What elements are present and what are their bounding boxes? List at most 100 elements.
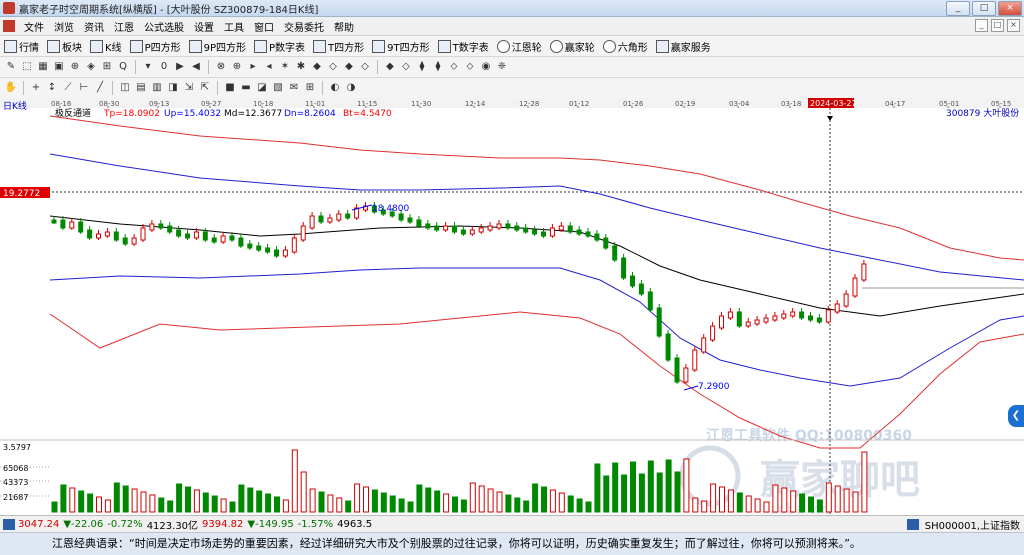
date-tick: 11-15 xyxy=(357,100,377,108)
maximize-button[interactable]: □ xyxy=(972,1,996,16)
volume-bar xyxy=(291,449,298,513)
toolbar-quotes-button[interactable]: 行情 xyxy=(0,39,43,54)
menu-settings[interactable]: 设置 xyxy=(189,19,219,34)
drawing-tool-23-button[interactable]: ◇ xyxy=(399,60,413,74)
tools-tool-5-button[interactable]: ╱ xyxy=(93,81,107,95)
tools-tool-4-button[interactable]: ⊢ xyxy=(77,81,91,95)
toolbar-gann-wheel-button[interactable]: 江恩轮 xyxy=(493,39,546,54)
drawing-tool-20-button[interactable]: ◆ xyxy=(342,60,356,74)
drawing-tool-19-button[interactable]: ◇ xyxy=(326,60,340,74)
tools-tool-16-button[interactable]: ✉ xyxy=(287,81,301,95)
tools-tool-6-button[interactable]: ◫ xyxy=(118,81,132,95)
menu-browse[interactable]: 浏览 xyxy=(49,19,79,34)
tools-tool-7-button[interactable]: ▤ xyxy=(134,81,148,95)
drawing-tool-25-button[interactable]: ⧫ xyxy=(431,60,445,74)
toolbar-winner-wheel-button[interactable]: 赢家轮 xyxy=(546,39,599,54)
candle xyxy=(816,317,822,323)
menu-trade[interactable]: 交易委托 xyxy=(279,19,329,34)
volume-bar xyxy=(852,491,859,513)
minimize-button[interactable]: _ xyxy=(946,1,970,16)
drawing-tool-2-button[interactable]: ▦ xyxy=(36,60,50,74)
tools-tool-18-button[interactable]: ◐ xyxy=(328,81,342,95)
drawing-tool-16-button[interactable]: ✶ xyxy=(278,60,292,74)
tools-tool-0-button[interactable]: ✋ xyxy=(4,81,18,95)
stock-label: 300879 大叶股份 xyxy=(946,107,1019,119)
drawing-tool-18-button[interactable]: ◆ xyxy=(310,60,324,74)
tools-tool-1-button[interactable]: + xyxy=(29,81,43,95)
tools-tool-19-button[interactable]: ◑ xyxy=(344,81,358,95)
candle xyxy=(452,225,457,233)
toolbar-9p-square-button[interactable]: 9P四方形 xyxy=(185,39,250,54)
mdi-restore-button[interactable]: □ xyxy=(991,19,1004,32)
index-selector[interactable]: SH000001,上证指数 xyxy=(904,517,1020,532)
tools-tool-9-button[interactable]: ◨ xyxy=(166,81,180,95)
close-button[interactable]: × xyxy=(998,1,1022,16)
drawing-tool-29-button[interactable]: ❈ xyxy=(495,60,509,74)
drawing-tool-10-button[interactable]: ▶ xyxy=(173,60,187,74)
app-icon xyxy=(3,2,15,14)
candle xyxy=(861,263,867,281)
drawing-tool-3-button[interactable]: ▣ xyxy=(52,60,66,74)
menu-window[interactable]: 窗口 xyxy=(249,19,279,34)
toolbar-p-table-button[interactable]: P数字表 xyxy=(250,39,309,54)
tools-tool-13-button[interactable]: ▬ xyxy=(239,81,253,95)
gann-quote: 江恩经典语录：“时间是决定市场走势的重要因素，经过详细研究大市及个别股票的过往记… xyxy=(0,532,1024,555)
drawing-tool-4-button[interactable]: ⊕ xyxy=(68,60,82,74)
menu-gann[interactable]: 江恩 xyxy=(109,19,139,34)
tools-tool-14-button[interactable]: ◪ xyxy=(255,81,269,95)
menu-formula[interactable]: 公式选股 xyxy=(139,19,189,34)
toolbar-9t-square-button[interactable]: 9T四方形 xyxy=(368,39,433,54)
toolbar-t-square-button[interactable]: T四方形 xyxy=(309,39,368,54)
kline-chart-panel[interactable]: 08-16 08-30 09-13 09-27 10-18 11-01 11-15 11-30… xyxy=(0,98,1024,514)
toolbar-sector-button[interactable]: 板块 xyxy=(43,39,86,54)
menu-logo-icon xyxy=(3,20,15,32)
toolbar-service-button[interactable]: 赢家服务 xyxy=(652,39,715,54)
drawing-tool-9-button[interactable]: 0 xyxy=(157,60,171,74)
tools-tool-8-button[interactable]: ▥ xyxy=(150,81,164,95)
candle xyxy=(60,219,66,229)
toolbar-p-square-button[interactable]: P四方形 xyxy=(126,39,185,54)
menu-help[interactable]: 帮助 xyxy=(329,19,359,34)
toolbar-t-table-button[interactable]: T数字表 xyxy=(434,39,493,54)
tools-tool-15-button[interactable]: ▧ xyxy=(271,81,285,95)
tools-tool-17-button[interactable]: ⊞ xyxy=(303,81,317,95)
menu-file[interactable]: 文件 xyxy=(19,19,49,34)
drawing-tool-26-button[interactable]: ⬦ xyxy=(447,60,461,74)
drawing-tool-13-button[interactable]: ⊕ xyxy=(230,60,244,74)
drawing-tool-8-button[interactable]: ▾ xyxy=(141,60,155,74)
volume-bar xyxy=(452,496,458,513)
drawing-tool-21-button[interactable]: ◇ xyxy=(358,60,372,74)
drawing-tool-12-button[interactable]: ⊗ xyxy=(214,60,228,74)
menu-news[interactable]: 资讯 xyxy=(79,19,109,34)
mdi-minimize-button[interactable]: _ xyxy=(975,19,988,32)
toolbar-hexagon-button[interactable]: 六角形 xyxy=(599,39,652,54)
drawing-tool-22-button[interactable]: ◆ xyxy=(383,60,397,74)
drawing-tool-28-button[interactable]: ◉ xyxy=(479,60,493,74)
side-expand-button[interactable]: ❮ xyxy=(1008,405,1024,427)
tools-tool-3-button[interactable]: ⟋ xyxy=(61,81,75,95)
drawing-tool-0-button[interactable]: ✎ xyxy=(4,60,18,74)
kline-chart-svg[interactable]: 08-16 08-30 09-13 09-27 10-18 11-01 11-15 11-30… xyxy=(0,98,1024,514)
volume-bar xyxy=(318,491,325,513)
drawing-tool-11-button[interactable]: ◀ xyxy=(189,60,203,74)
tools-tool-12-button[interactable]: ■ xyxy=(223,81,237,95)
drawing-tool-17-button[interactable]: ✱ xyxy=(294,60,308,74)
drawing-tool-1-button[interactable]: ⬚ xyxy=(20,60,34,74)
candle xyxy=(336,213,342,221)
drawing-tool-14-button[interactable]: ▸ xyxy=(246,60,260,74)
tools-tool-2-button[interactable]: ↕ xyxy=(45,81,59,95)
tools-tool-10-button[interactable]: ⇲ xyxy=(182,81,196,95)
drawing-tool-6-button[interactable]: ⊞ xyxy=(100,60,114,74)
drawing-tool-5-button[interactable]: ◈ xyxy=(84,60,98,74)
toolbar-kline-button[interactable]: K线 xyxy=(86,39,126,54)
mdi-close-button[interactable]: × xyxy=(1007,19,1020,32)
drawing-tool-24-button[interactable]: ⧫ xyxy=(415,60,429,74)
candle xyxy=(398,213,404,221)
date-tick: 03-18 xyxy=(781,100,801,108)
drawing-tool-7-button[interactable]: Q xyxy=(116,60,130,74)
volume-bar xyxy=(229,501,236,513)
menu-tools[interactable]: 工具 xyxy=(219,19,249,34)
tools-tool-11-button[interactable]: ⇱ xyxy=(198,81,212,95)
drawing-tool-15-button[interactable]: ◂ xyxy=(262,60,276,74)
drawing-tool-27-button[interactable]: ⬦ xyxy=(463,60,477,74)
